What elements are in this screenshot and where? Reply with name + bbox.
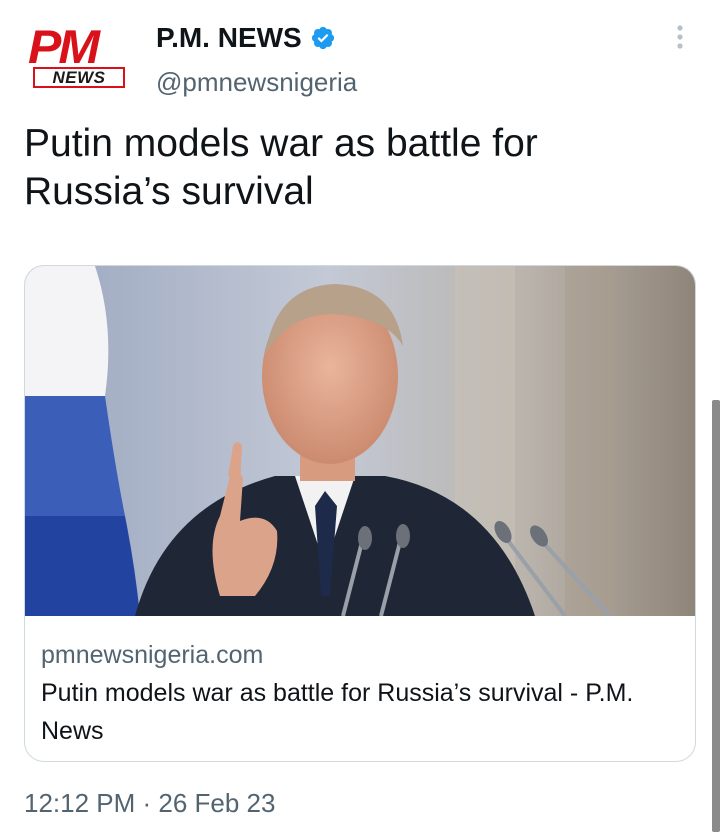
avatar[interactable]: PM NEWS <box>28 22 128 92</box>
link-card[interactable]: pmnewsnigeria.com Putin models war as ba… <box>24 265 696 762</box>
author-handle[interactable]: @pmnewsnigeria <box>156 67 357 98</box>
avatar-logo-news: NEWS <box>33 67 125 88</box>
more-vertical-icon[interactable] <box>668 22 692 54</box>
avatar-logo-pm: PM <box>28 20 100 74</box>
tweet-text: Putin models war as battle for Russia’s … <box>24 122 538 213</box>
card-domain: pmnewsnigeria.com <box>41 641 264 669</box>
tweet: PM NEWS P.M. NEWS @pmnewsnigeria Putin m… <box>0 0 720 832</box>
tweet-timestamp[interactable]: 12:12 PM · 26 Feb 23 <box>24 788 275 819</box>
display-name[interactable]: P.M. NEWS <box>156 22 302 54</box>
scrollbar[interactable] <box>712 400 720 832</box>
verified-badge-icon <box>311 26 334 50</box>
card-image <box>25 266 695 616</box>
card-title: Putin models war as battle for Russia’s … <box>41 679 634 745</box>
author-name-row: P.M. NEWS <box>156 20 336 56</box>
card-meta: pmnewsnigeria.com Putin models war as ba… <box>41 638 681 750</box>
